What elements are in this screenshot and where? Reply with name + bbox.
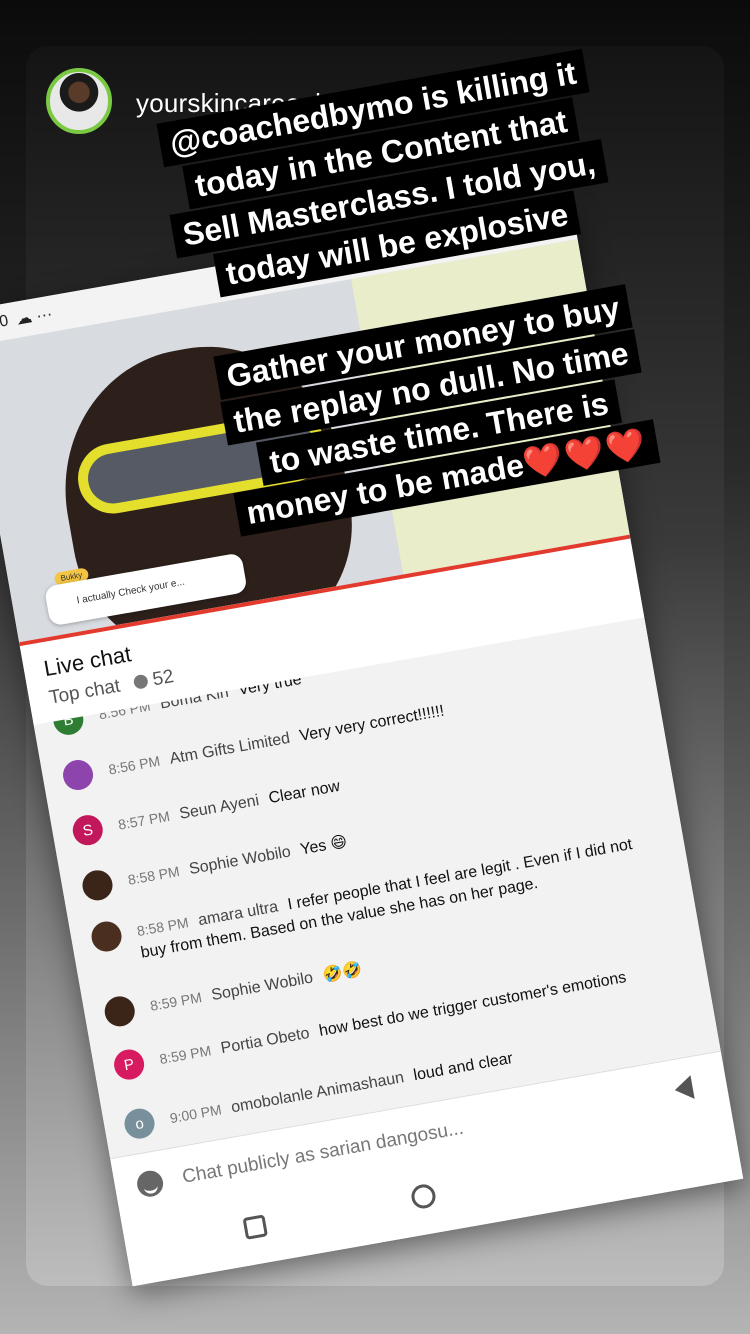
recents-icon[interactable] (242, 1214, 268, 1240)
profile-avatar[interactable] (46, 68, 112, 134)
person-icon (132, 673, 149, 690)
user-avatar[interactable] (102, 994, 138, 1029)
user-avatar[interactable]: o (122, 1106, 157, 1142)
message-time: 8:59 PM (158, 1042, 213, 1068)
message-author[interactable]: Seun Ayeni (178, 792, 260, 823)
user-avatar[interactable]: P (111, 1047, 147, 1082)
user-avatar[interactable]: S (70, 812, 106, 848)
message-author[interactable]: Sophie Wobilo (210, 969, 314, 1004)
message-time: 8:58 PM (126, 863, 181, 888)
message-author[interactable]: Sophie Wobilo (188, 843, 292, 878)
message-text: Clear now (267, 777, 342, 808)
user-avatar[interactable] (89, 919, 124, 954)
message-time: 9:00 PM (168, 1101, 223, 1127)
home-icon[interactable] (409, 1182, 438, 1211)
top-chat-selector[interactable]: Top chat (47, 676, 122, 710)
viewers-number: 52 (150, 666, 176, 691)
message-text: 🤣🤣 (321, 960, 364, 985)
message-author[interactable]: omobolanle Animashaun (230, 1069, 406, 1116)
message-line: 8:58 PM amara ultraI refer people that I … (135, 830, 655, 965)
message-author[interactable]: Portia Obeto (219, 1025, 310, 1057)
message-line: 8:57 PM Seun Ayeni Clear now (116, 724, 632, 837)
message-time: 8:58 PM (135, 914, 190, 940)
message-text: Yes 😄 (299, 833, 349, 859)
message-time: 8:56 PM (107, 752, 162, 778)
message-text: Very very correct!!!!!! (298, 702, 446, 745)
cloud-icon: ☁ ··· (14, 305, 54, 329)
message-author[interactable]: Atm Gifts Limited (168, 730, 291, 768)
video-comment-text: I actually Check your e... (75, 576, 186, 607)
message-text: loud and clear (412, 1049, 515, 1085)
emoji-icon[interactable] (135, 1168, 166, 1199)
user-avatar[interactable] (60, 757, 96, 793)
viewers-count: 52 (132, 666, 176, 695)
status-time: 9:00 (0, 312, 10, 335)
message-time: 8:57 PM (116, 807, 172, 833)
back-triangle-icon[interactable] (672, 1075, 695, 1103)
message-time: 8:59 PM (148, 989, 203, 1014)
user-avatar[interactable] (80, 867, 115, 903)
